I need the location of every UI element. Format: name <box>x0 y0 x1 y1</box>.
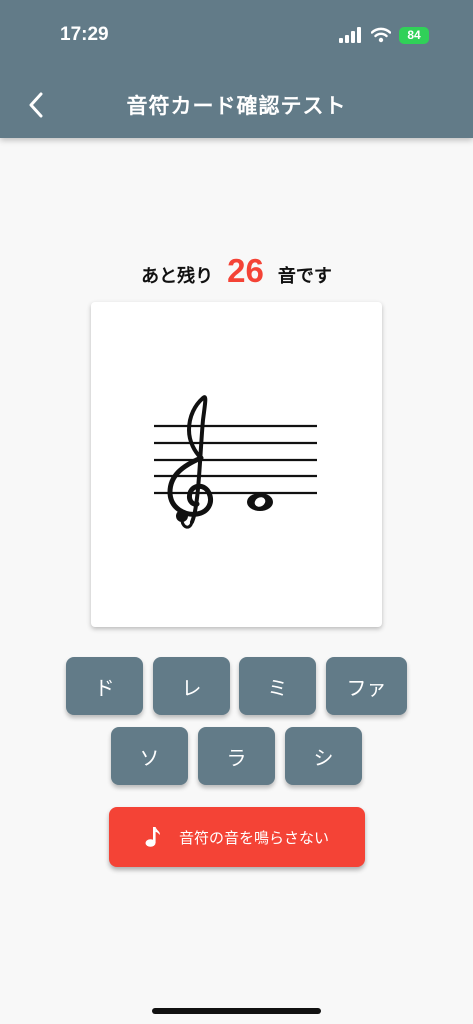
answer-button-so[interactable]: ソ <box>111 727 188 785</box>
answer-button-do[interactable]: ド <box>66 657 143 715</box>
answer-button-shi[interactable]: シ <box>285 727 362 785</box>
music-note-icon <box>145 827 160 847</box>
status-icons: 84 <box>339 24 429 46</box>
answer-button-fa[interactable]: ファ <box>326 657 407 715</box>
note-card <box>91 302 382 627</box>
answer-button-ra[interactable]: ラ <box>198 727 275 785</box>
mute-sound-label: 音符の音を鳴らさない <box>178 828 329 847</box>
remaining-count: 26 <box>227 252 264 289</box>
whole-note-icon <box>247 493 273 511</box>
signal-icon <box>339 27 361 43</box>
staff-image <box>154 395 317 529</box>
wifi-icon <box>371 27 391 43</box>
staff-lines <box>154 424 317 495</box>
treble-clef-icon <box>167 395 213 529</box>
remaining-suffix: 音です <box>277 266 332 287</box>
answer-button-re[interactable]: レ <box>153 657 230 715</box>
page-title: 音符カード確認テスト <box>126 94 347 118</box>
battery-icon: 84 <box>399 26 429 44</box>
remaining-prefix: あと残り <box>141 266 214 287</box>
home-indicator[interactable] <box>152 1008 321 1014</box>
status-time: 17:29 <box>60 24 109 45</box>
remaining-count-row: あと残り 26 音です <box>0 252 473 290</box>
answer-button-mi[interactable]: ミ <box>239 657 316 715</box>
app-header: 17:29 84 音符カード確認テスト <box>0 0 473 138</box>
battery-level: 84 <box>407 28 421 42</box>
mute-sound-button[interactable]: 音符の音を鳴らさない <box>109 807 365 867</box>
